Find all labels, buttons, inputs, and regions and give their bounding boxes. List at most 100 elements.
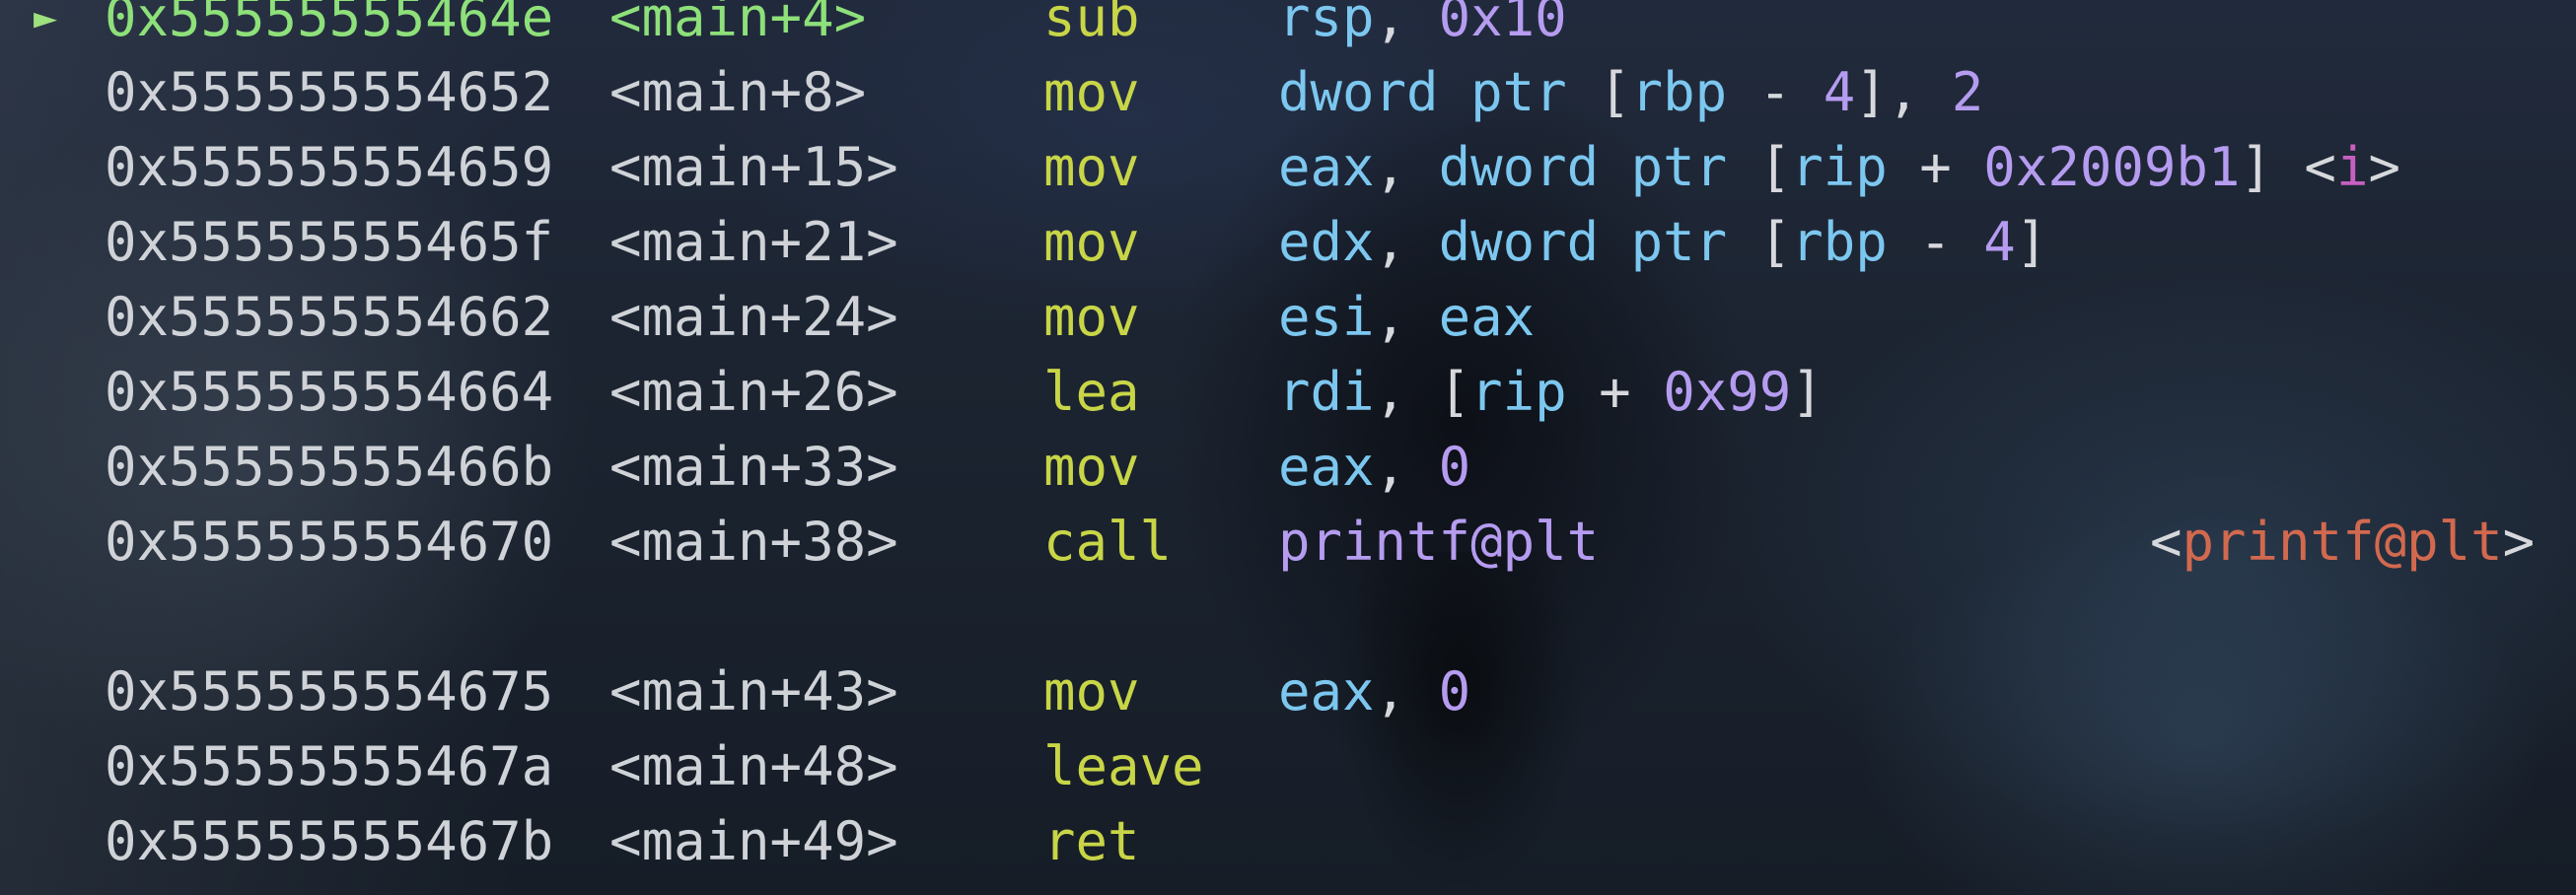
operand-token: [ <box>1599 61 1631 123</box>
operand-token: dword ptr <box>1438 136 1759 198</box>
symbol-offset: <main+26> <box>609 361 898 423</box>
operand-token: rbp <box>1791 211 1888 273</box>
instruction-address: 0x555555554662 <box>105 286 554 348</box>
operand-token: 0x10 <box>1438 0 1567 48</box>
mnemonic: lea <box>1043 361 1140 423</box>
operands: printf@plt <box>1278 507 1599 578</box>
current-instruction-arrow-icon: ► <box>34 0 58 40</box>
mnemonic: ret <box>1043 810 1140 872</box>
disasm-row[interactable]: 0x555555554675 <main+43> mov eax, 0 <box>0 656 2576 727</box>
comment-token: > <box>2502 511 2536 573</box>
operand-token: , <box>1374 286 1439 348</box>
operand-token: 0x99 <box>1663 361 1792 423</box>
operand-token: - <box>1887 211 1984 273</box>
operand-token: rbp <box>1630 61 1728 123</box>
operand-token: 0x2009b1 <box>1983 136 2241 198</box>
operand-token: + <box>1887 136 1984 198</box>
operand-token: eax <box>1278 660 1375 723</box>
operand-token: eax <box>1438 286 1536 348</box>
instruction-address: 0x555555554664 <box>105 361 554 423</box>
operands: rdi, [rip + 0x99] <box>1278 357 1824 428</box>
instruction-address: 0x55555555466b <box>105 436 554 498</box>
disasm-row[interactable]: 0x555555554659 <main+15> mov eax, dword … <box>0 132 2576 203</box>
operand-token: rdi <box>1278 361 1375 423</box>
operands: eax, 0 <box>1278 656 1470 727</box>
operand-token: 0 <box>1438 436 1471 498</box>
operand-token: , <box>1374 436 1439 498</box>
comment-token: printf@plt <box>2182 511 2503 573</box>
instruction-address: 0x555555554659 <box>105 136 554 198</box>
instruction-address: 0x55555555467a <box>105 735 554 797</box>
disasm-row[interactable]: 0x55555555466b <main+33> mov eax, 0 <box>0 432 2576 503</box>
operand-token: , <box>1374 660 1439 723</box>
operand-token: eax <box>1278 436 1375 498</box>
operand-token: rip <box>1470 361 1567 423</box>
operand-token: 4 <box>1823 61 1856 123</box>
operand-token: , [ <box>1374 361 1471 423</box>
operand-token: + <box>1566 361 1664 423</box>
operand-token: 2 <box>1951 61 1984 123</box>
symbol-offset: <main+8> <box>609 61 867 123</box>
operands: dword ptr [rbp - 4], 2 <box>1278 57 1983 128</box>
mnemonic: mov <box>1043 286 1140 348</box>
operand-token: rip <box>1791 136 1888 198</box>
symbol-offset: <main+15> <box>609 136 898 198</box>
mnemonic: call <box>1043 511 1173 573</box>
symbol-offset: <main+43> <box>609 660 898 723</box>
terminal-window[interactable]: ► 0x55555555464e <main+4> sub rsp, 0x10 … <box>0 0 2576 895</box>
symbol-offset: <main+49> <box>609 810 898 872</box>
disasm-row[interactable]: 0x555555554652 <main+8> mov dword ptr [r… <box>0 57 2576 128</box>
operand-token: 4 <box>1983 211 2016 273</box>
symbol-offset: <main+48> <box>609 735 898 797</box>
mnemonic: mov <box>1043 136 1140 198</box>
operand-token: , <box>1374 136 1439 198</box>
operand-token: [ <box>1758 211 1792 273</box>
disasm-row[interactable]: 0x55555555467a <main+48> leave <box>0 731 2576 802</box>
mnemonic: mov <box>1043 436 1140 498</box>
operand-token: [ <box>1758 136 1792 198</box>
operand-token: printf@plt <box>1278 511 1600 573</box>
operand-token: ] < <box>2240 136 2336 198</box>
operand-token: dword ptr <box>1278 61 1600 123</box>
operand-token: eax <box>1278 136 1375 198</box>
operands: eax, 0 <box>1278 432 1470 503</box>
instruction-address: 0x555555554670 <box>105 511 554 573</box>
operands: eax, dword ptr [rip + 0x2009b1] <i> <box>1278 132 2400 203</box>
operands: edx, dword ptr [rbp - 4] <box>1278 207 2047 278</box>
disasm-row[interactable]: 0x555555554662 <main+24> mov esi, eax <box>0 282 2576 353</box>
symbol-offset: <main+4> <box>609 0 867 48</box>
symbol-offset: <main+33> <box>609 436 898 498</box>
mnemonic: mov <box>1043 660 1140 723</box>
operand-token: ] <box>1791 361 1824 423</box>
operand-token: , <box>1374 211 1439 273</box>
operand-token: ], <box>1855 61 1952 123</box>
disasm-row-current[interactable]: ► 0x55555555464e <main+4> sub rsp, 0x10 <box>0 0 2576 53</box>
operands: rsp, 0x10 <box>1278 0 1567 53</box>
instruction-address: 0x555555554652 <box>105 61 554 123</box>
operand-token: esi <box>1278 286 1375 348</box>
disasm-row[interactable]: 0x555555554670 <main+38> call printf@plt… <box>0 507 2576 578</box>
mnemonic: leave <box>1043 735 1204 797</box>
symbol-offset: <main+38> <box>609 511 898 573</box>
call-target-comment: <printf@plt> <box>2150 507 2535 578</box>
mnemonic: mov <box>1043 211 1140 273</box>
operand-token: rsp <box>1278 0 1375 48</box>
instruction-address: 0x55555555467b <box>105 810 554 872</box>
operand-token: i <box>2335 136 2369 198</box>
disasm-row[interactable]: 0x555555554664 <main+26> lea rdi, [rip +… <box>0 357 2576 428</box>
instruction-address: 0x555555554675 <box>105 660 554 723</box>
operands: esi, eax <box>1278 282 1535 353</box>
operand-token: , <box>1374 0 1439 48</box>
operand-token: ] <box>2015 211 2048 273</box>
disasm-row[interactable]: 0x55555555465f <main+21> mov edx, dword … <box>0 207 2576 278</box>
instruction-address: 0x55555555465f <box>105 211 554 273</box>
symbol-offset: <main+24> <box>609 286 898 348</box>
instruction-address: 0x55555555464e <box>105 0 554 48</box>
mnemonic: mov <box>1043 61 1140 123</box>
operand-token: > <box>2368 136 2400 198</box>
symbol-offset: <main+21> <box>609 211 898 273</box>
comment-token: < <box>2150 511 2182 573</box>
disasm-row[interactable]: 0x55555555467b <main+49> ret <box>0 806 2576 877</box>
operand-token: edx <box>1278 211 1375 273</box>
operand-token: dword ptr <box>1438 211 1759 273</box>
